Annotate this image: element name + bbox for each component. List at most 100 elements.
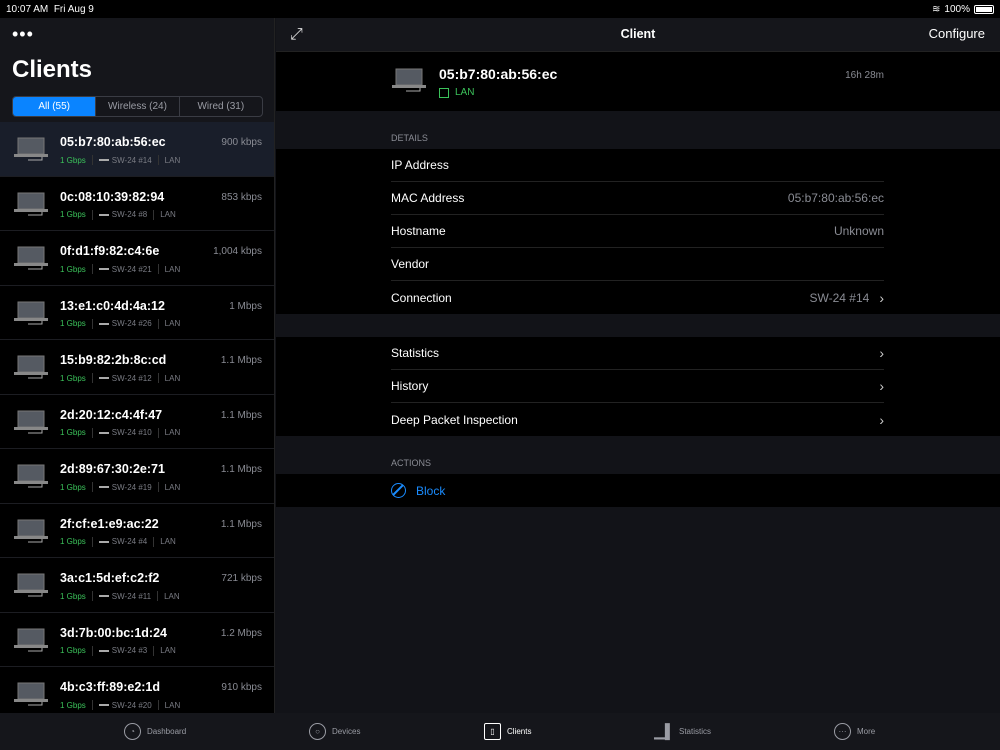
chevron-right-icon: › [879,289,884,306]
detail-row[interactable]: Connection SW-24 #14 › [391,281,884,314]
client-row[interactable]: 0f:d1:f9:82:c4:6e 1,004 kbps 1 Gbps SW-24… [0,231,274,286]
chevron-right-icon: › [879,378,884,394]
link-speed: 1 Gbps [60,537,86,546]
client-rate: 1.1 Mbps [220,409,262,421]
switch-port: SW-24 #19 [111,482,152,492]
segment-all[interactable]: All (55) [13,97,97,116]
tab-label: More [857,727,876,736]
switch-port: SW-24 #20 [111,700,152,710]
client-row[interactable]: 4b:c3:ff:89:e2:1d 910 kbps 1 Gbps SW-24 #… [0,667,274,713]
tab-clients[interactable]: ▯ Clients [484,723,531,740]
client-rate: 1 Mbps [229,300,262,312]
link-speed: 1 Gbps [60,591,86,601]
client-row[interactable]: 15:b9:82:2b:8c:cd 1.1 Mbps 1 Gbps SW-24 #… [0,340,274,395]
client-mac: 05:b7:80:ab:56:ec [60,135,166,149]
client-row[interactable]: 05:b7:80:ab:56:ec 900 kbps 1 Gbps SW-24 #… [0,122,274,177]
laptop-icon [392,68,426,92]
filter-segmented-control: All (55) Wireless (24) Wired (31) [12,96,263,117]
tab-dashboard[interactable]: ◔ Dashboard [124,723,186,740]
port-icon [98,486,109,489]
detail-label: Vendor [391,257,430,271]
link-speed: 1 Gbps [60,264,86,274]
detail-title: Client [620,27,656,41]
network-name: LAN [164,700,181,710]
port-icon [98,649,109,652]
client-rate: 721 kbps [221,573,262,584]
battery-percent: 100% [944,3,970,15]
client-row[interactable]: 13:e1:c0:4d:4a:12 1 Mbps 1 Gbps SW-24 #26… [0,286,274,340]
laptop-icon [14,137,48,161]
port-icon [98,268,109,271]
link-speed: 1 Gbps [60,319,86,328]
laptop-icon [14,628,48,651]
port-icon [98,159,109,162]
laptop-icon [14,410,48,433]
client-rate: 1.2 Mbps [220,627,262,639]
nav-label: History [391,379,429,393]
port-icon [98,704,109,707]
detail-label: Connection [391,290,452,305]
status-bar: 10:07 AM Fri Aug 9 ≋ 100% [0,0,1000,18]
block-label: Block [416,483,446,498]
client-row[interactable]: 0c:08:10:39:82:94 853 kbps 1 Gbps SW-24 #… [0,177,274,231]
tab-devices[interactable]: ○ Devices [309,723,360,740]
network-name: LAN [160,537,176,546]
client-uptime: 16h 28m [845,70,884,81]
wifi-icon: ≋ [932,3,941,15]
block-button[interactable]: Block [276,474,1000,507]
port-icon [98,540,109,543]
client-row[interactable]: 2d:89:67:30:2e:71 1.1 Mbps 1 Gbps SW-24 #… [0,449,274,504]
detail-row: MAC Address 05:b7:80:ab:56:ec [391,182,884,215]
switch-port: SW-24 #12 [111,373,152,383]
tab-label: Clients [507,727,532,736]
segment-wired[interactable]: Wired (31) [180,97,262,116]
segment-wireless[interactable]: Wireless (24) [96,97,180,116]
client-mac: 2d:20:12:c4:4f:47 [60,407,163,422]
dashboard-icon: ◔ [124,723,141,740]
client-rate: 910 kbps [221,682,262,693]
network-name: LAN [164,482,181,492]
page-title: Clients [12,56,93,83]
battery-icon [974,4,994,14]
tab-label: Statistics [679,727,712,736]
link-speed: 1 Gbps [60,155,86,165]
switch-port: SW-24 #21 [111,264,152,274]
client-row[interactable]: 3d:7b:00:bc:1d:24 1.2 Mbps 1 Gbps SW-24 #… [0,613,274,667]
client-mac: 15:b9:82:2b:8c:cd [60,353,167,367]
network-name: LAN [160,210,176,219]
switch-port: SW-24 #4 [111,537,148,546]
configure-button[interactable]: Configure [929,26,985,41]
client-rate: 853 kbps [221,191,262,203]
port-icon [98,595,109,598]
more-menu-button[interactable]: ••• [12,24,34,45]
client-rate: 1.1 Mbps [220,464,262,475]
lan-icon [439,87,449,98]
client-mac: 13:e1:c0:4d:4a:12 [60,298,165,313]
tab-bar: ◔ Dashboard ○ Devices ▯ Clients ▁▌ Statistic… [0,713,1000,750]
client-mac: 3d:7b:00:bc:1d:24 [60,625,167,640]
detail-row: Hostname Unknown [391,215,884,248]
nav-row[interactable]: Statistics › [391,337,884,370]
chevron-right-icon: › [879,411,884,428]
network-name: LAN [164,264,181,274]
client-row[interactable]: 3a:c1:5d:ef:c2:f2 721 kbps 1 Gbps SW-24 #… [0,558,274,613]
network-name: LAN [164,428,181,437]
client-rate: 1,004 kbps [213,246,262,257]
nav-row[interactable]: History › [391,370,884,403]
nav-row[interactable]: Deep Packet Inspection › [391,403,884,436]
port-icon [98,377,109,380]
actions-section-label: ACTIONS [391,458,432,468]
tab-label: Dashboard [147,727,187,736]
tab-more[interactable]: ··· More [834,723,875,740]
detail-row: IP Address [391,149,884,182]
laptop-icon [14,301,48,324]
switch-port: SW-24 #3 [111,646,148,655]
client-mac: 0f:d1:f9:82:c4:6e [60,244,160,258]
link-speed: 1 Gbps [60,428,86,437]
client-mac: 0c:08:10:39:82:94 [60,189,165,204]
network-name: LAN [164,591,180,601]
client-row[interactable]: 2d:20:12:c4:4f:47 1.1 Mbps 1 Gbps SW-24 #… [0,395,274,449]
client-detail-panel: ⤢ Client Configure 05:b7:80:ab:56:ec LAN… [276,18,1000,713]
tab-statistics[interactable]: ▁▌ Statistics [654,723,712,740]
client-row[interactable]: 2f:cf:e1:e9:ac:22 1.1 Mbps 1 Gbps SW-24 #… [0,504,274,558]
